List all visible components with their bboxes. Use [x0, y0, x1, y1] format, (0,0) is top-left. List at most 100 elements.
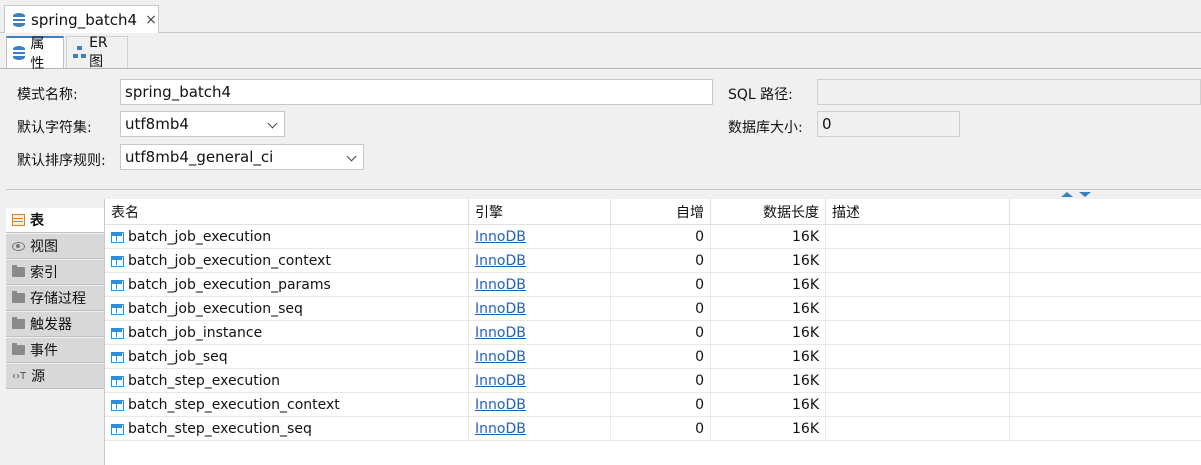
- table-row[interactable]: batch_step_execution_seq InnoDB 0 16K: [105, 417, 1201, 441]
- nav-item-label: 视图: [30, 239, 58, 255]
- nav-item-events[interactable]: 事件: [6, 338, 104, 363]
- table-icon: [111, 327, 124, 339]
- folder-icon: [12, 291, 25, 303]
- charset-select[interactable]: utf8mb4: [120, 111, 285, 137]
- engine-link[interactable]: InnoDB: [475, 373, 526, 389]
- engine-cell: InnoDB: [469, 249, 611, 273]
- tab-properties-label: 属性: [30, 36, 45, 72]
- document-tab[interactable]: spring_batch4 ×: [4, 5, 159, 34]
- table-row[interactable]: batch_job_instance InnoDB 0 16K: [105, 321, 1201, 345]
- table-icon: [111, 303, 124, 315]
- properties-panel: 模式名称: spring_batch4 SQL 路径: 默认字符集: utf8m…: [6, 70, 1201, 190]
- data-length-cell: 16K: [711, 345, 826, 369]
- engine-link[interactable]: InnoDB: [475, 253, 526, 269]
- engine-link[interactable]: InnoDB: [475, 301, 526, 317]
- schema-name-label: 模式名称:: [17, 87, 78, 103]
- expand-down-icon[interactable]: [1079, 192, 1091, 197]
- description-cell: [826, 297, 1010, 321]
- auto-increment-cell: 0: [611, 369, 711, 393]
- table-icon: [111, 375, 124, 387]
- table-row[interactable]: batch_step_execution InnoDB 0 16K: [105, 369, 1201, 393]
- nav-item-label: 事件: [30, 343, 58, 359]
- engine-cell: InnoDB: [469, 393, 611, 417]
- charset-value: utf8mb4: [125, 115, 189, 133]
- view-icon: [12, 241, 25, 251]
- grid-header: 表名 引擎 自增 数据长度 描述: [105, 199, 1201, 225]
- collation-label: 默认排序规则:: [17, 153, 106, 169]
- table-name: batch_step_execution_seq: [128, 421, 312, 437]
- panel-splitter[interactable]: [6, 189, 1201, 198]
- nav-item-label: 索引: [30, 265, 58, 281]
- close-icon[interactable]: ×: [145, 12, 157, 28]
- db-size-field: 0: [817, 111, 960, 137]
- table-icon: [111, 231, 124, 243]
- splitter-arrows[interactable]: [1061, 192, 1101, 198]
- auto-increment-cell: 0: [611, 393, 711, 417]
- table-row[interactable]: batch_job_execution_context InnoDB 0 16K: [105, 249, 1201, 273]
- engine-cell: InnoDB: [469, 345, 611, 369]
- table-name-cell[interactable]: batch_job_seq: [105, 345, 469, 369]
- tab-properties[interactable]: 属性: [6, 36, 64, 72]
- object-type-nav: 表 视图 索引 存储过程 触发器 事件 ‹›T 源: [6, 208, 104, 465]
- folder-icon: [12, 317, 25, 329]
- auto-increment-cell: 0: [611, 297, 711, 321]
- data-length-cell: 16K: [711, 273, 826, 297]
- column-header-auto-increment[interactable]: 自增: [611, 199, 711, 225]
- table-row[interactable]: batch_job_execution_params InnoDB 0 16K: [105, 273, 1201, 297]
- table-name: batch_job_instance: [128, 325, 263, 341]
- table-icon: [111, 399, 124, 411]
- data-length-cell: 16K: [711, 393, 826, 417]
- auto-increment-cell: 0: [611, 345, 711, 369]
- table-name-cell[interactable]: batch_job_instance: [105, 321, 469, 345]
- column-header-description[interactable]: 描述: [826, 199, 1010, 225]
- column-header-engine[interactable]: 引擎: [469, 199, 611, 225]
- collation-select[interactable]: utf8mb4_general_ci: [120, 144, 364, 170]
- engine-link[interactable]: InnoDB: [475, 325, 526, 341]
- description-cell: [826, 369, 1010, 393]
- table-name-cell[interactable]: batch_job_execution: [105, 225, 469, 249]
- column-header-data-length[interactable]: 数据长度: [711, 199, 826, 225]
- table-icon: [111, 423, 124, 435]
- nav-item-procedures[interactable]: 存储过程: [6, 286, 104, 311]
- table-name: batch_job_execution: [128, 229, 272, 245]
- engine-link[interactable]: InnoDB: [475, 397, 526, 413]
- table-row[interactable]: batch_job_execution InnoDB 0 16K: [105, 225, 1201, 249]
- column-header-name[interactable]: 表名: [105, 199, 469, 225]
- table-name: batch_job_execution_seq: [128, 301, 303, 317]
- tables-grid: 表名 引擎 自增 数据长度 描述 batch_job_execution Inno…: [104, 199, 1201, 465]
- nav-item-views[interactable]: 视图: [6, 234, 104, 259]
- table-name: batch_step_execution: [128, 373, 281, 389]
- auto-increment-cell: 0: [611, 321, 711, 345]
- table-name-cell[interactable]: batch_step_execution_seq: [105, 417, 469, 441]
- er-diagram-icon: [73, 46, 86, 59]
- auto-increment-cell: 0: [611, 273, 711, 297]
- tab-er-diagram[interactable]: ER 图: [66, 35, 128, 70]
- nav-item-indexes[interactable]: 索引: [6, 260, 104, 285]
- db-size-label: 数据库大小:: [728, 120, 803, 136]
- nav-item-triggers[interactable]: 触发器: [6, 312, 104, 337]
- data-length-cell: 16K: [711, 369, 826, 393]
- table-row[interactable]: batch_job_seq InnoDB 0 16K: [105, 345, 1201, 369]
- table-row[interactable]: batch_job_execution_seq InnoDB 0 16K: [105, 297, 1201, 321]
- data-length-cell: 16K: [711, 225, 826, 249]
- sql-path-field[interactable]: [817, 79, 1201, 105]
- description-cell: [826, 393, 1010, 417]
- table-name-cell[interactable]: batch_job_execution_context: [105, 249, 469, 273]
- engine-link[interactable]: InnoDB: [475, 421, 526, 437]
- sql-path-label: SQL 路径:: [728, 87, 793, 103]
- table-name-cell[interactable]: batch_job_execution_seq: [105, 297, 469, 321]
- table-row[interactable]: batch_step_execution_context InnoDB 0 16K: [105, 393, 1201, 417]
- nav-item-tables[interactable]: 表: [6, 208, 104, 233]
- collapse-up-icon[interactable]: [1061, 192, 1073, 197]
- engine-cell: InnoDB: [469, 225, 611, 249]
- chevron-down-icon: [346, 151, 357, 162]
- schema-name-field[interactable]: spring_batch4: [120, 79, 713, 105]
- nav-item-source[interactable]: ‹›T 源: [6, 364, 104, 389]
- engine-link[interactable]: InnoDB: [475, 229, 526, 245]
- engine-link[interactable]: InnoDB: [475, 277, 526, 293]
- engine-cell: InnoDB: [469, 417, 611, 441]
- table-name-cell[interactable]: batch_step_execution_context: [105, 393, 469, 417]
- table-name-cell[interactable]: batch_job_execution_params: [105, 273, 469, 297]
- table-name-cell[interactable]: batch_step_execution: [105, 369, 469, 393]
- engine-link[interactable]: InnoDB: [475, 349, 526, 365]
